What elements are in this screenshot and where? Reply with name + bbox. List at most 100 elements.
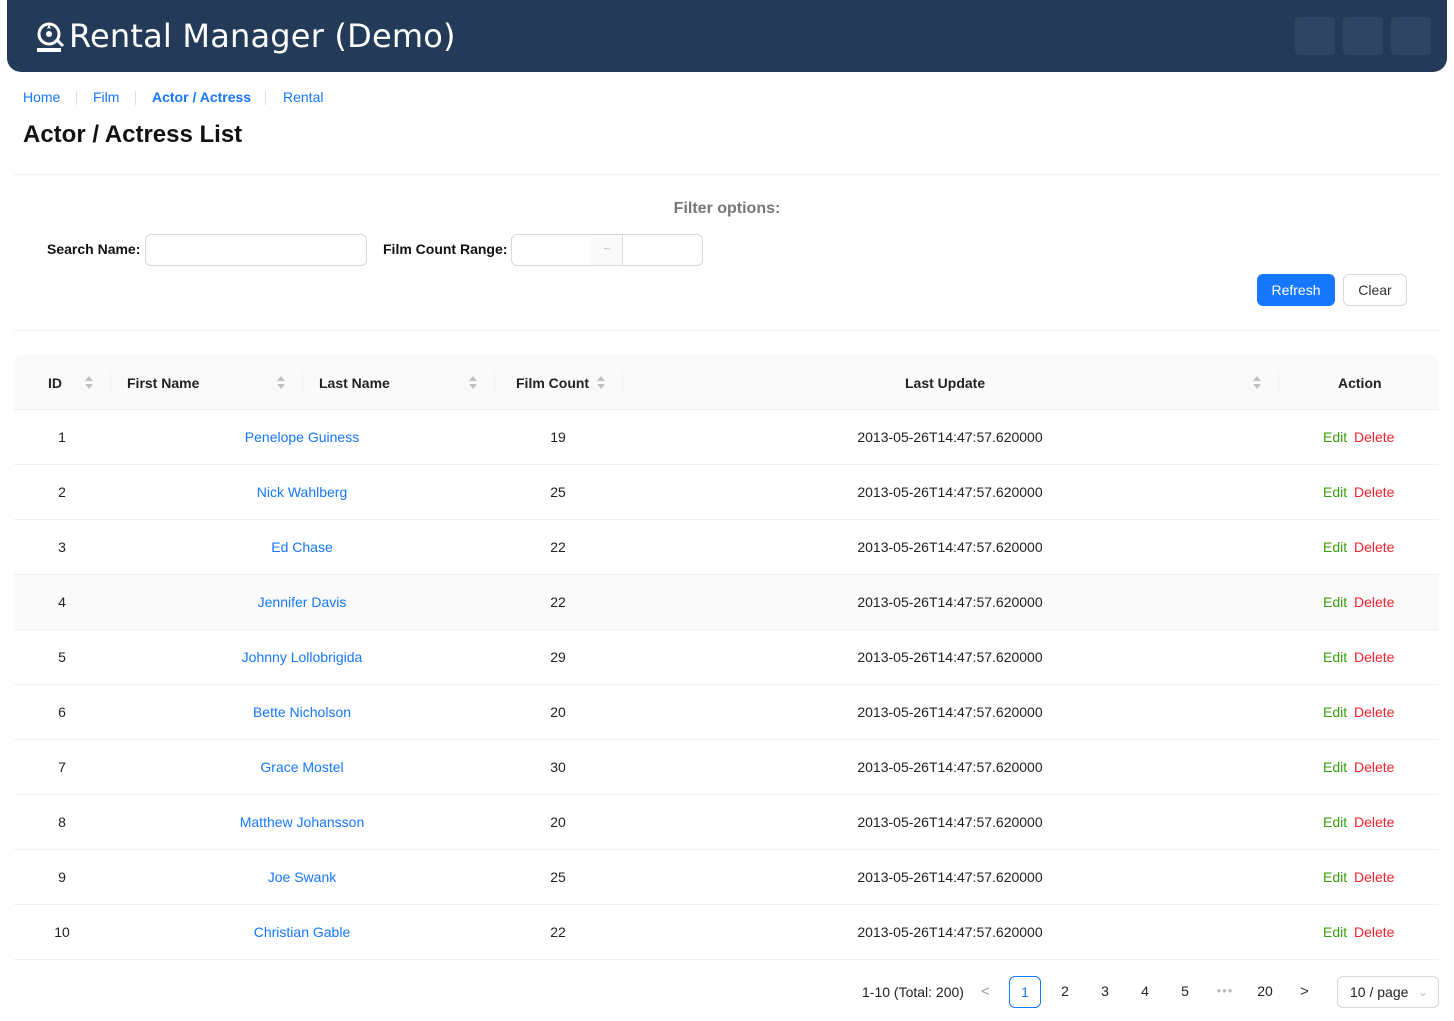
cell-film-count: 22 (550, 594, 566, 610)
cell-id: 5 (58, 649, 66, 665)
delete-link[interactable]: Delete (1354, 704, 1394, 720)
edit-link[interactable]: Edit (1323, 594, 1347, 610)
search-name-label: Search Name: (47, 241, 141, 257)
edit-link[interactable]: Edit (1323, 869, 1347, 885)
page-item-1[interactable]: 1 (1009, 976, 1041, 1008)
cell-film-count: 22 (550, 924, 566, 940)
actor-name-link[interactable]: Matthew Johansson (110, 814, 494, 830)
sort-icon[interactable] (597, 376, 605, 390)
page-item-2[interactable]: 2 (1049, 976, 1081, 1008)
cell-last-update: 2013-05-26T14:47:57.620000 (857, 649, 1043, 665)
page-item-5[interactable]: 5 (1169, 976, 1201, 1008)
page-size-select[interactable]: 10 / page ⌄ (1337, 976, 1439, 1008)
column-header-last-name[interactable]: Last Name (319, 375, 390, 391)
cell-id: 10 (54, 924, 70, 940)
prev-page-button[interactable]: < (981, 983, 990, 1000)
table-row: 7 Grace Mostel 30 2013-05-26T14:47:57.62… (14, 740, 1439, 795)
edit-link[interactable]: Edit (1323, 429, 1347, 445)
column-header-id[interactable]: ID (48, 375, 62, 391)
cell-id: 7 (58, 759, 66, 775)
edit-link[interactable]: Edit (1323, 539, 1347, 555)
cell-film-count: 29 (550, 649, 566, 665)
table-row: 10 Christian Gable 22 2013-05-26T14:47:5… (14, 905, 1439, 960)
column-header-film-count[interactable]: Film Count (516, 375, 589, 391)
cell-last-update: 2013-05-26T14:47:57.620000 (857, 484, 1043, 500)
delete-link[interactable]: Delete (1354, 649, 1394, 665)
delete-link[interactable]: Delete (1354, 924, 1394, 940)
delete-link[interactable]: Delete (1354, 759, 1394, 775)
delete-link[interactable]: Delete (1354, 869, 1394, 885)
pagination-jump-next[interactable]: ••• (1208, 983, 1242, 998)
actor-name-link[interactable]: Bette Nicholson (110, 704, 494, 720)
delete-link[interactable]: Delete (1354, 484, 1394, 500)
actor-name-link[interactable]: Joe Swank (110, 869, 494, 885)
page-item-3[interactable]: 3 (1089, 976, 1121, 1008)
header-button-1[interactable] (1295, 17, 1335, 55)
page-item-4[interactable]: 4 (1129, 976, 1161, 1008)
search-name-input[interactable] (145, 234, 367, 266)
breadcrumb-separator (76, 91, 77, 105)
actor-name-link[interactable]: Grace Mostel (110, 759, 494, 775)
app-header: Rental Manager (Demo) (7, 0, 1447, 72)
actor-name-link[interactable]: Christian Gable (110, 924, 494, 940)
column-header-first-name[interactable]: First Name (127, 375, 199, 391)
sort-icon[interactable] (1253, 376, 1261, 390)
table-row: 3 Ed Chase 22 2013-05-26T14:47:57.620000… (14, 520, 1439, 575)
column-header-action: Action (1338, 375, 1382, 391)
actor-name-link[interactable]: Nick Wahlberg (110, 484, 494, 500)
clear-button[interactable]: Clear (1343, 274, 1407, 306)
cell-film-count: 22 (550, 539, 566, 555)
column-separator (1278, 371, 1279, 393)
actor-name-link[interactable]: Jennifer Davis (110, 594, 494, 610)
edit-link[interactable]: Edit (1323, 814, 1347, 830)
breadcrumb-rental[interactable]: Rental (283, 89, 323, 105)
delete-link[interactable]: Delete (1354, 539, 1394, 555)
edit-link[interactable]: Edit (1323, 704, 1347, 720)
breadcrumb-home[interactable]: Home (23, 89, 60, 105)
filter-title: Filter options: (673, 200, 781, 217)
divider (14, 330, 1440, 331)
delete-link[interactable]: Delete (1354, 814, 1394, 830)
cell-film-count: 19 (550, 429, 566, 445)
sort-icon[interactable] (85, 376, 93, 390)
page-size-value: 10 / page (1350, 984, 1409, 1000)
header-button-2[interactable] (1343, 17, 1383, 55)
edit-link[interactable]: Edit (1323, 649, 1347, 665)
actor-name-link[interactable]: Johnny Lollobrigida (110, 649, 494, 665)
table-row: 9 Joe Swank 25 2013-05-26T14:47:57.62000… (14, 850, 1439, 905)
table-row: 5 Johnny Lollobrigida 29 2013-05-26T14:4… (14, 630, 1439, 685)
film-count-max-input[interactable] (622, 234, 703, 266)
edit-link[interactable]: Edit (1323, 924, 1347, 940)
breadcrumb-actor[interactable]: Actor / Actress (152, 89, 251, 105)
cell-id: 3 (58, 539, 66, 555)
chevron-down-icon: ⌄ (1417, 985, 1428, 999)
column-header-last-update[interactable]: Last Update (905, 375, 985, 391)
edit-link[interactable]: Edit (1323, 759, 1347, 775)
actor-name-link[interactable]: Penelope Guiness (110, 429, 494, 445)
column-separator (622, 371, 623, 393)
actor-name-link[interactable]: Ed Chase (110, 539, 494, 555)
sort-icon[interactable] (277, 376, 285, 390)
cell-id: 6 (58, 704, 66, 720)
header-button-3[interactable] (1391, 17, 1431, 55)
page-item-last[interactable]: 20 (1249, 976, 1281, 1008)
table-row: 4 Jennifer Davis 22 2013-05-26T14:47:57.… (14, 575, 1439, 630)
sort-icon[interactable] (469, 376, 477, 390)
breadcrumb-film[interactable]: Film (93, 89, 119, 105)
next-page-button[interactable]: > (1300, 983, 1309, 1000)
cell-film-count: 25 (550, 484, 566, 500)
column-separator (494, 371, 495, 393)
delete-link[interactable]: Delete (1354, 429, 1394, 445)
cell-id: 1 (58, 429, 66, 445)
cell-film-count: 20 (550, 814, 566, 830)
app-title: Rental Manager (Demo) (69, 17, 456, 55)
cell-last-update: 2013-05-26T14:47:57.620000 (857, 429, 1043, 445)
page-title: Actor / Actress List (23, 121, 243, 148)
refresh-button[interactable]: Refresh (1257, 274, 1335, 306)
edit-link[interactable]: Edit (1323, 484, 1347, 500)
delete-link[interactable]: Delete (1354, 594, 1394, 610)
film-count-min-input[interactable] (511, 234, 592, 266)
cell-id: 2 (58, 484, 66, 500)
cell-last-update: 2013-05-26T14:47:57.620000 (857, 539, 1043, 555)
cell-id: 8 (58, 814, 66, 830)
